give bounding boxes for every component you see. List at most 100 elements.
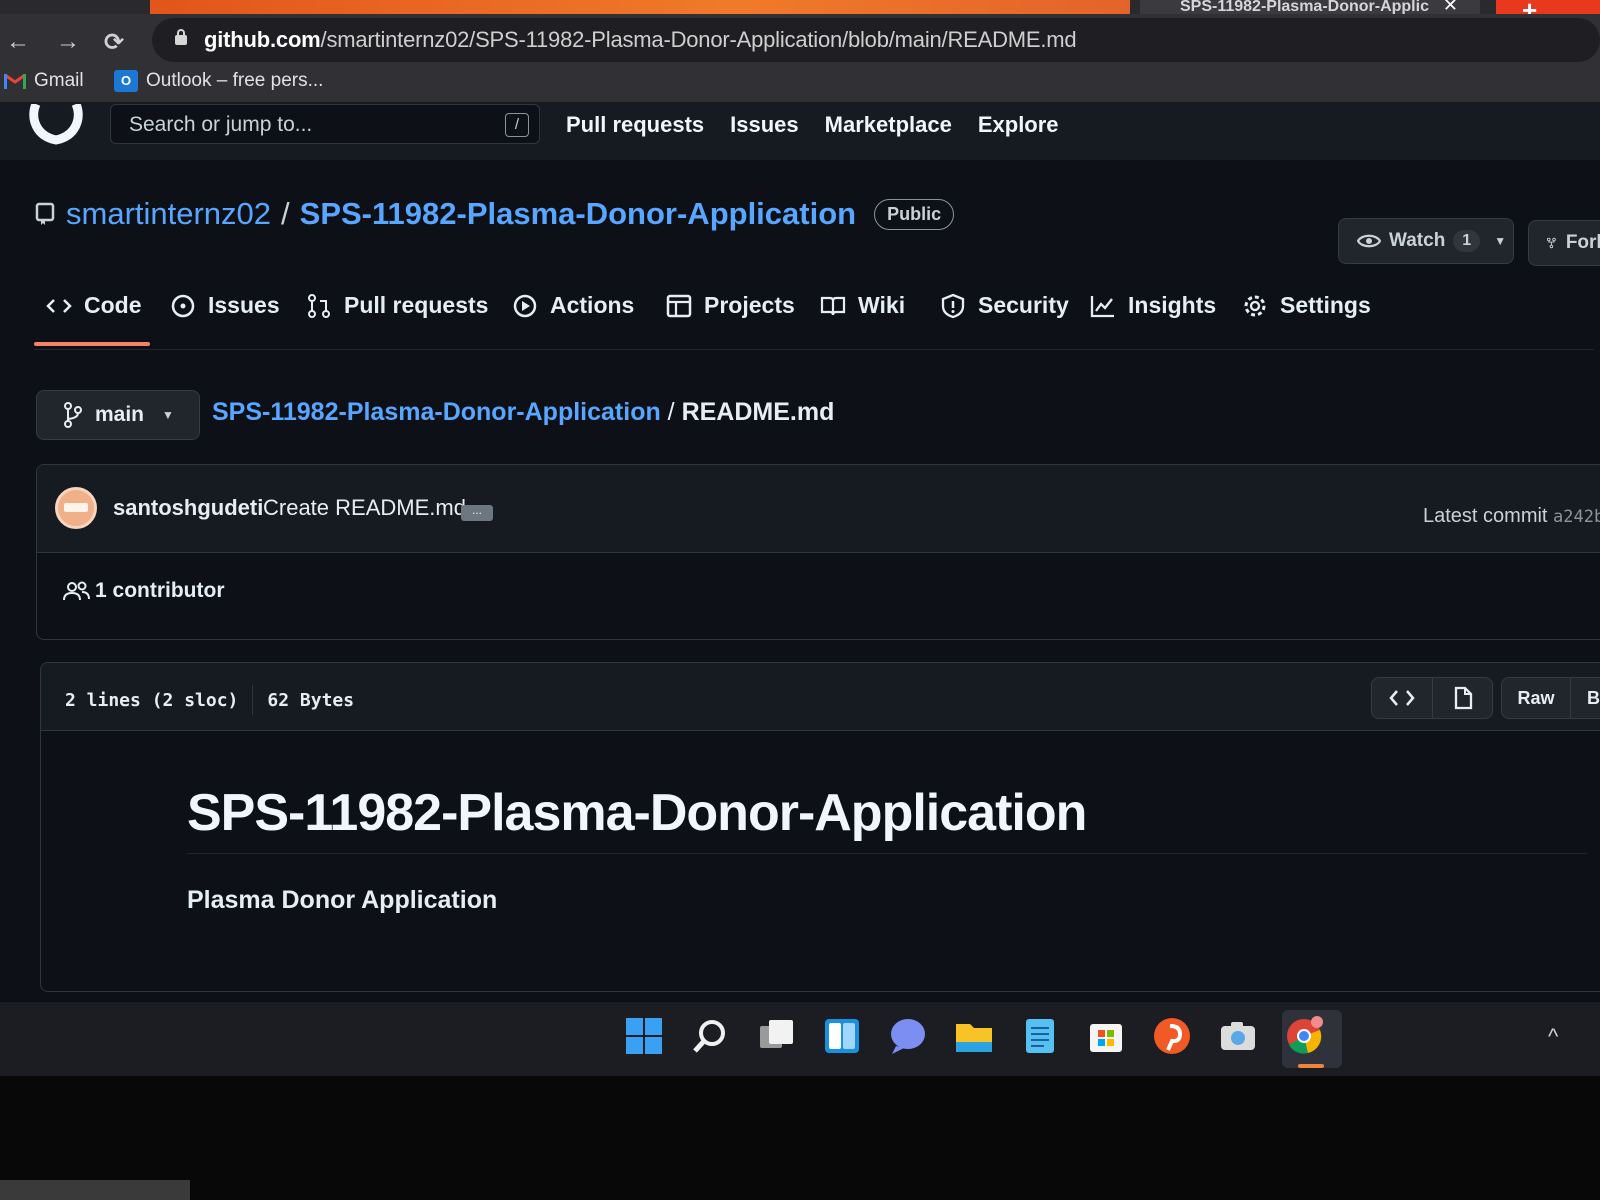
search-placeholder: Search or jump to... xyxy=(129,113,313,136)
code-icon xyxy=(1389,690,1415,706)
display-rendered-button[interactable] xyxy=(1433,677,1493,719)
windows-start-icon[interactable] xyxy=(624,1016,664,1056)
tab-wiki[interactable]: Wiki xyxy=(820,292,905,319)
play-icon xyxy=(513,294,537,317)
file-explorer-icon[interactable] xyxy=(954,1016,994,1056)
widgets-icon[interactable] xyxy=(822,1016,862,1056)
outlook-icon: O xyxy=(114,70,138,92)
branch-name: main xyxy=(95,403,145,426)
repo-title: smartinternz02 / SPS-11982-Plasma-Donor-… xyxy=(34,196,955,232)
task-view-icon[interactable] xyxy=(756,1016,796,1056)
blame-label: Blame xyxy=(1587,687,1600,708)
tab-issues[interactable]: Issues xyxy=(170,292,280,319)
blame-button[interactable]: Blame xyxy=(1571,677,1600,719)
readme-body: Plasma Donor Application xyxy=(187,886,498,914)
tab-label: Projects xyxy=(704,292,795,318)
git-branch-icon xyxy=(64,402,82,428)
repo-name-link[interactable]: SPS-11982-Plasma-Donor-Application xyxy=(300,196,856,232)
latest-commit-info: Latest commit a242b xyxy=(1423,505,1600,528)
search-input[interactable]: Search or jump to... / xyxy=(110,104,540,144)
chevron-up-icon[interactable]: ^ xyxy=(1548,1024,1558,1050)
commit-author-link[interactable]: santoshgudeti xyxy=(113,495,263,521)
raw-label: Raw xyxy=(1517,687,1555,708)
chevron-down-icon: ▼ xyxy=(1494,234,1507,248)
fork-label: Fork xyxy=(1565,232,1600,253)
fork-icon xyxy=(1547,237,1556,249)
tab-insights[interactable]: Insights xyxy=(1090,292,1216,319)
visibility-badge: Public xyxy=(874,198,955,230)
raw-button[interactable]: Raw xyxy=(1501,677,1571,719)
tab-label: Code xyxy=(84,292,142,318)
contributors-link[interactable]: 1 contributor xyxy=(63,579,225,603)
url-text: github.com/smartinternz02/SPS-11982-Plas… xyxy=(204,27,1077,52)
tab-close-icon[interactable]: ✕ xyxy=(1443,0,1458,14)
chrome-icon[interactable] xyxy=(1284,1016,1324,1056)
notepad-icon[interactable] xyxy=(1020,1016,1060,1056)
bookmark-outlook[interactable]: O Outlook – free pers... xyxy=(114,70,323,92)
watch-label: Watch xyxy=(1389,230,1446,251)
store-icon[interactable] xyxy=(1086,1016,1126,1056)
tab-projects[interactable]: Projects xyxy=(666,292,795,319)
avatar[interactable] xyxy=(55,487,97,529)
graph-icon xyxy=(1090,295,1114,317)
chat-icon[interactable] xyxy=(888,1016,928,1056)
people-icon xyxy=(63,581,90,601)
global-nav: Pull requests Issues Marketplace Explore xyxy=(566,112,1059,138)
file-info: 2 lines (2 sloc) 62 Bytes xyxy=(65,685,354,715)
tab-label: Security xyxy=(978,292,1069,318)
gmail-icon xyxy=(4,73,26,89)
gear-icon xyxy=(1244,295,1266,316)
code-icon xyxy=(46,298,72,313)
breadcrumb-separator: / xyxy=(660,398,682,426)
camera-icon[interactable] xyxy=(1218,1016,1258,1056)
nav-pull-requests[interactable]: Pull requests xyxy=(566,112,704,138)
watch-button[interactable]: Watch 1 ▼ xyxy=(1338,218,1514,264)
commit-sha-link[interactable]: a242b xyxy=(1553,507,1600,527)
bookmark-label: Outlook – free pers... xyxy=(146,70,324,91)
tab-actions[interactable]: Actions xyxy=(512,292,634,319)
tab-pull-requests[interactable]: Pull requests xyxy=(306,292,488,319)
branch-select-button[interactable]: main ▼ xyxy=(36,390,200,440)
slash-shortcut-badge: / xyxy=(505,113,529,137)
tab-code[interactable]: Code xyxy=(46,292,142,319)
repo-tabs: Code Issues Pull requests Actions Projec… xyxy=(34,280,1594,350)
file-breadcrumb: SPS-11982-Plasma-Donor-Application / REA… xyxy=(212,398,834,427)
file-header: 2 lines (2 sloc) 62 Bytes Raw Blame xyxy=(41,663,1600,731)
chevron-down-icon: ▼ xyxy=(162,408,174,422)
monitor-bezel xyxy=(0,1076,1600,1200)
tab-security[interactable]: Security xyxy=(940,292,1069,319)
divider xyxy=(252,685,254,715)
nav-explore[interactable]: Explore xyxy=(978,112,1059,138)
file-size: 62 Bytes xyxy=(267,689,355,711)
github-logo-icon[interactable] xyxy=(28,104,84,148)
expand-commit-button[interactable]: ... xyxy=(461,504,493,521)
back-arrow-icon[interactable]: ← xyxy=(6,28,30,56)
active-app-indicator xyxy=(1298,1064,1324,1068)
forward-arrow-icon[interactable]: → xyxy=(56,28,80,56)
github-header: Search or jump to... / Pull requests Iss… xyxy=(0,102,1600,160)
tab-settings[interactable]: Settings xyxy=(1242,292,1371,319)
line-count: 2 lines (2 sloc) xyxy=(65,689,239,711)
search-icon[interactable] xyxy=(690,1016,730,1056)
repo-owner-link[interactable]: smartinternz02 xyxy=(66,196,271,232)
reload-icon[interactable]: ⟳ xyxy=(104,28,124,57)
nav-issues[interactable]: Issues xyxy=(730,112,799,138)
table-icon xyxy=(666,294,692,317)
windows-taskbar: ^ xyxy=(0,1002,1600,1076)
eye-icon xyxy=(1357,234,1381,248)
browser-toolbar: ← → ⟳ github.com/smartinternz02/SPS-1198… xyxy=(0,14,1600,66)
nav-marketplace[interactable]: Marketplace xyxy=(825,112,952,138)
address-bar[interactable]: github.com/smartinternz02/SPS-11982-Plas… xyxy=(152,18,1600,62)
latest-commit-box: santoshgudeti Create README.md ... Lates… xyxy=(36,464,1600,640)
bookmark-gmail[interactable]: Gmail xyxy=(4,70,84,92)
active-tab-underline xyxy=(34,342,150,346)
issue-opened-icon xyxy=(171,294,195,317)
pinterest-icon[interactable] xyxy=(1152,1016,1192,1056)
fork-button[interactable]: Fork xyxy=(1528,220,1600,266)
breadcrumb-file: README.md xyxy=(681,398,835,426)
commit-message-link[interactable]: Create README.md xyxy=(263,495,466,521)
breadcrumb-repo-link[interactable]: SPS-11982-Plasma-Donor-Application xyxy=(212,398,661,426)
contributors-count: 1 contributor xyxy=(95,579,225,602)
display-source-button[interactable] xyxy=(1371,677,1433,719)
repo-icon xyxy=(35,202,55,225)
